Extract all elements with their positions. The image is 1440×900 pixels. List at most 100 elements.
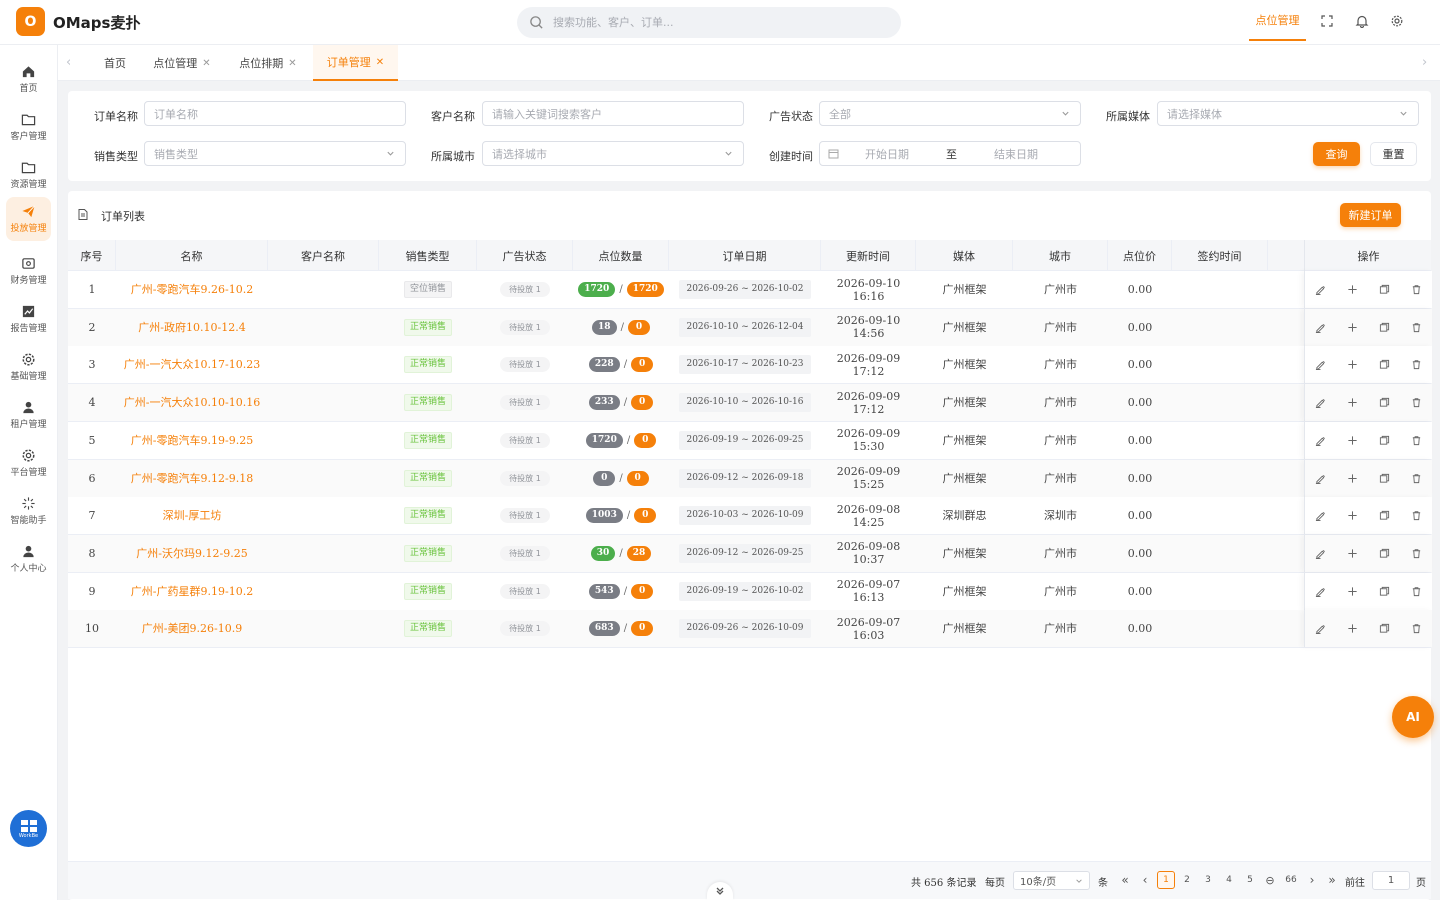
plus-icon[interactable] (1347, 473, 1358, 484)
plus-icon[interactable] (1347, 284, 1358, 295)
table-row[interactable]: 8 广州-沃尔玛9.12-9.25 正常销售 待投放 1 30/28 2026-09-12… (68, 534, 1432, 573)
order-name-link[interactable]: 广州-沃尔玛9.12-9.25 (136, 547, 247, 560)
order-name-link[interactable]: 广州-一汽大众10.17-10.23 (124, 358, 260, 371)
order-name-link[interactable]: 广州-零跑汽车9.26-10.2 (131, 283, 253, 296)
edit-icon[interactable] (1315, 586, 1326, 597)
trash-icon[interactable] (1411, 623, 1422, 634)
close-icon[interactable]: ✕ (202, 58, 210, 69)
plus-icon[interactable] (1347, 397, 1358, 408)
order-name-link[interactable]: 广州-政府10.10-12.4 (138, 321, 245, 334)
plus-icon[interactable] (1347, 548, 1358, 559)
table-row[interactable]: 9 广州-广药星群9.19-10.2 正常销售 待投放 1 543/0 2026-09-1… (68, 572, 1432, 611)
city-select[interactable]: 请选择城市 (482, 141, 744, 166)
date-range-picker[interactable]: 开始日期 至 结束日期 (819, 141, 1081, 166)
copy-icon[interactable] (1379, 510, 1390, 521)
search-input[interactable] (553, 16, 873, 29)
sidebar-item-home[interactable]: 首页 (6, 57, 51, 101)
sidebar-item-finance[interactable]: 财务管理 (6, 249, 51, 293)
ad-status-select[interactable]: 全部 (819, 101, 1081, 126)
order-name-link[interactable]: 广州-一汽大众10.10-10.16 (124, 396, 260, 409)
close-icon[interactable]: ✕ (376, 57, 384, 68)
table-row[interactable]: 1 广州-零跑汽车9.26-10.2 空位销售 待投放 1 1720/1720 2026-… (68, 271, 1432, 309)
tab-point-schedule[interactable]: 点位排期 ✕ (234, 45, 302, 81)
order-name-link[interactable]: 广州-零跑汽车9.12-9.18 (131, 472, 253, 485)
order-name-link[interactable]: 广州-广药星群9.19-10.2 (131, 585, 253, 598)
page-1[interactable]: 1 (1157, 871, 1175, 889)
end-date-input[interactable]: 结束日期 (994, 146, 1038, 162)
edit-icon[interactable] (1315, 284, 1326, 295)
table-row[interactable]: 7 深圳-厚工坊 正常销售 待投放 1 1003/0 2026-10-03 ~ 2026-… (68, 497, 1432, 536)
copy-icon[interactable] (1379, 623, 1390, 634)
copy-icon[interactable] (1379, 397, 1390, 408)
global-search[interactable] (517, 7, 901, 38)
reset-button[interactable]: 重置 (1370, 142, 1417, 166)
order-name-link[interactable]: 深圳-厚工坊 (163, 509, 222, 522)
table-row[interactable]: 5 广州-零跑汽车9.19-9.25 正常销售 待投放 1 1720/0 2026-09-… (68, 421, 1432, 460)
page-5[interactable]: 5 (1241, 871, 1259, 889)
sidebar-item-resources[interactable]: 资源管理 (6, 153, 51, 197)
edit-icon[interactable] (1315, 473, 1326, 484)
copy-icon[interactable] (1379, 548, 1390, 559)
close-icon[interactable]: ✕ (288, 58, 296, 69)
edit-icon[interactable] (1315, 397, 1326, 409)
copy-icon[interactable] (1379, 322, 1390, 333)
page-3[interactable]: 3 (1199, 871, 1217, 889)
page-2[interactable]: 2 (1178, 871, 1196, 889)
sidebar-item-platform[interactable]: 平台管理 (6, 441, 51, 485)
plus-icon[interactable] (1347, 586, 1358, 597)
header-link-point-management[interactable]: 点位管理 (1249, 0, 1306, 41)
order-name-link[interactable]: 广州-美团9.26-10.9 (142, 622, 242, 635)
plus-icon[interactable] (1347, 435, 1358, 446)
copy-icon[interactable] (1379, 359, 1390, 370)
sidebar-item-tenants[interactable]: 租户管理 (6, 393, 51, 437)
plus-icon[interactable] (1347, 623, 1358, 634)
trash-icon[interactable] (1411, 397, 1422, 408)
sidebar-item-delivery[interactable]: 投放管理 (6, 197, 51, 241)
tab-home[interactable]: 首页 (94, 45, 136, 81)
chevron-right-icon[interactable]: › (1422, 55, 1427, 70)
edit-icon[interactable] (1315, 623, 1326, 635)
sidebar-item-reports[interactable]: 报告管理 (6, 297, 51, 341)
trash-icon[interactable] (1411, 359, 1422, 370)
customer-input[interactable]: 请输入关键词搜索客户 (482, 101, 744, 126)
first-page-icon[interactable]: « (1116, 871, 1134, 889)
copy-icon[interactable] (1379, 473, 1390, 484)
copy-icon[interactable] (1379, 586, 1390, 597)
plus-icon[interactable] (1347, 510, 1358, 521)
trash-icon[interactable] (1411, 322, 1422, 333)
page-last[interactable]: 66 (1282, 871, 1300, 889)
edit-icon[interactable] (1315, 322, 1326, 333)
trash-icon[interactable] (1411, 284, 1422, 295)
table-row[interactable]: 4 广州-一汽大众10.10-10.16 正常销售 待投放 1 233/0 2026-10… (68, 384, 1432, 423)
chevron-left-icon[interactable]: ‹ (66, 55, 71, 70)
ai-assistant-button[interactable]: AI (1392, 696, 1434, 738)
gear-icon[interactable] (1390, 14, 1404, 28)
sidebar-item-profile[interactable]: 个人中心 (6, 537, 51, 581)
last-page-icon[interactable]: » (1323, 871, 1341, 889)
sidebar-item-customers[interactable]: 客户管理 (6, 105, 51, 149)
fullscreen-icon[interactable] (1320, 14, 1334, 28)
more-pages-icon[interactable]: ⊖ (1261, 871, 1279, 889)
tab-point-management[interactable]: 点位管理 ✕ (148, 45, 216, 81)
new-order-button[interactable]: 新建订单 (1340, 203, 1401, 227)
edit-icon[interactable] (1315, 510, 1326, 522)
start-date-input[interactable]: 开始日期 (865, 146, 909, 162)
order-name-input[interactable]: 订单名称 (144, 101, 406, 126)
trash-icon[interactable] (1411, 586, 1422, 597)
table-row[interactable]: 10 广州-美团9.26-10.9 正常销售 待投放 1 683/0 2026-09-26… (68, 610, 1432, 649)
tab-order-management[interactable]: 订单管理 ✕ (313, 45, 398, 81)
sidebar-item-basics[interactable]: 基础管理 (6, 345, 51, 389)
table-row[interactable]: 6 广州-零跑汽车9.12-9.18 正常销售 待投放 1 0/0 2026-09-12 … (68, 459, 1432, 498)
trash-icon[interactable] (1411, 510, 1422, 521)
next-page-icon[interactable]: › (1303, 871, 1321, 889)
query-button[interactable]: 查询 (1313, 142, 1360, 166)
media-select[interactable]: 请选择媒体 (1157, 101, 1419, 126)
bell-icon[interactable] (1355, 14, 1369, 28)
table-row[interactable]: 3 广州-一汽大众10.17-10.23 正常销售 待投放 1 228/0 2026-10… (68, 346, 1432, 385)
edit-icon[interactable] (1315, 359, 1326, 371)
sale-type-select[interactable]: 销售类型 (144, 141, 406, 166)
plus-icon[interactable] (1347, 322, 1358, 333)
prev-page-icon[interactable]: ‹ (1136, 871, 1154, 889)
copy-icon[interactable] (1379, 284, 1390, 295)
sidebar-item-assistant[interactable]: 智能助手 (6, 489, 51, 533)
